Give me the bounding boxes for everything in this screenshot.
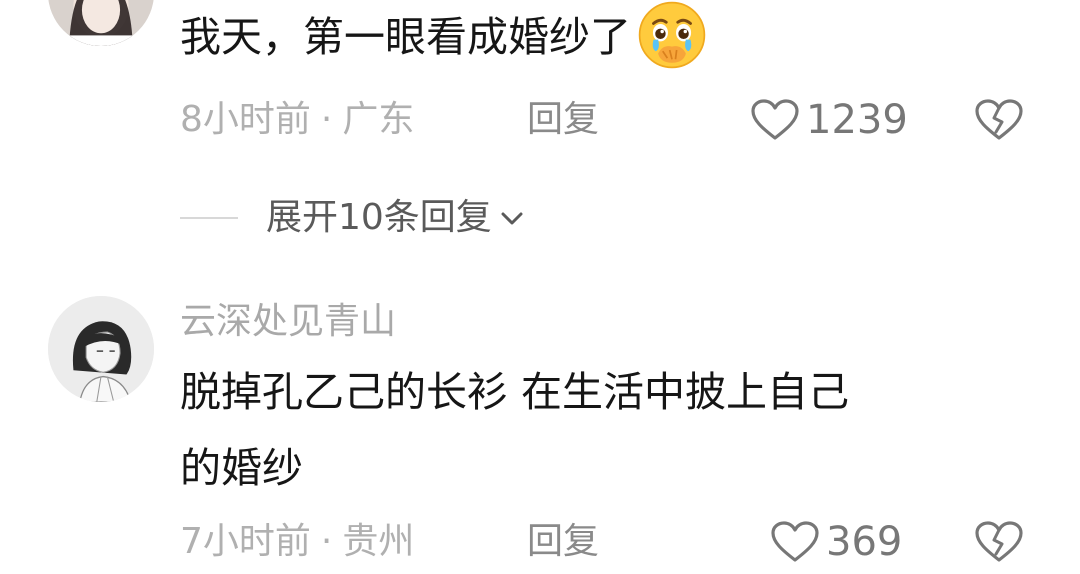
crying-covering-mouth-emoji-icon bbox=[635, 0, 709, 72]
avatar[interactable] bbox=[48, 296, 154, 402]
broken-heart-icon[interactable] bbox=[974, 98, 1024, 142]
comment-list: 我天，第一眼看成婚纱了 8小时前 · 广东 回复 1239 展开10条回复 云深… bbox=[0, 0, 1080, 574]
comment-body: 我天，第一眼看成婚纱了 bbox=[180, 13, 631, 61]
comment-meta: 8小时前 · 广东 回复 1239 bbox=[0, 92, 1080, 148]
timestamp-location: 8小时前 · 广东 bbox=[180, 92, 414, 148]
divider bbox=[180, 217, 238, 219]
like-count: 369 bbox=[826, 519, 903, 565]
timestamp: 8小时前 bbox=[180, 99, 311, 140]
expand-replies-button[interactable]: 展开10条回复 bbox=[266, 190, 528, 246]
username[interactable]: 云深处见青山 bbox=[180, 298, 396, 346]
separator: · bbox=[320, 99, 333, 140]
reply-button[interactable]: 回复 bbox=[527, 514, 599, 570]
avatar[interactable] bbox=[48, 0, 154, 46]
like-button[interactable]: 1239 bbox=[750, 92, 908, 148]
expand-replies-row: 展开10条回复 bbox=[180, 190, 528, 246]
timestamp-location: 7小时前 · 贵州 bbox=[180, 514, 414, 570]
broken-heart-icon[interactable] bbox=[974, 520, 1024, 564]
comment-text: 我天，第一眼看成婚纱了 bbox=[180, 1, 709, 72]
comment-meta: 7小时前 · 贵州 回复 369 bbox=[0, 514, 1080, 570]
chevron-down-icon bbox=[501, 212, 523, 225]
separator: · bbox=[320, 521, 333, 562]
timestamp: 7小时前 bbox=[180, 521, 311, 562]
heart-outline-icon bbox=[751, 99, 799, 140]
expand-replies-label: 展开10条回复 bbox=[266, 197, 492, 238]
like-count: 1239 bbox=[806, 97, 908, 143]
heart-outline-icon bbox=[771, 521, 819, 562]
comment-text-line: 脱掉孔乙己的长衫 在生活中披上自己 bbox=[180, 368, 850, 416]
reply-button[interactable]: 回复 bbox=[527, 92, 599, 148]
location: 贵州 bbox=[342, 521, 415, 562]
location: 广东 bbox=[342, 99, 415, 140]
comment-text-line: 的婚纱 bbox=[180, 444, 303, 492]
like-button[interactable]: 369 bbox=[770, 514, 902, 570]
